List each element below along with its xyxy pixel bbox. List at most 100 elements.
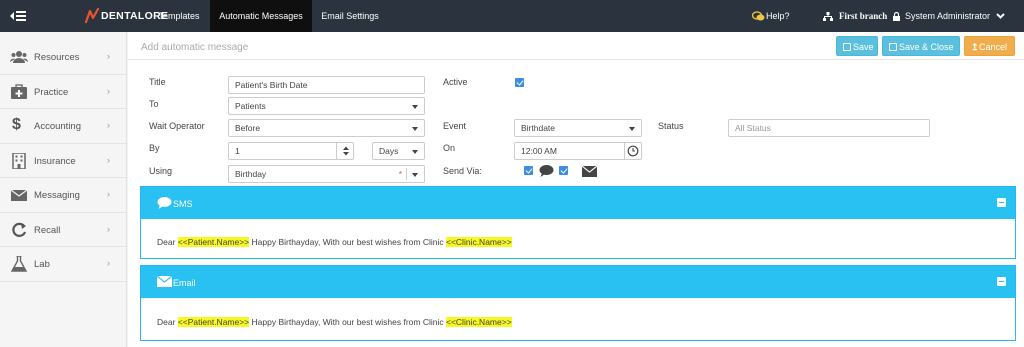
tab-automatic-messages[interactable]: Automatic Messages xyxy=(210,0,312,32)
sidebar-item-label: Insurance xyxy=(34,155,76,167)
chevron-right-icon: › xyxy=(107,85,110,96)
by-label: By xyxy=(149,143,160,153)
help-chat-icon xyxy=(752,11,765,21)
sms-body-prefix: Dear xyxy=(157,237,178,247)
envelope-icon xyxy=(10,189,28,201)
save-button[interactable]: Save xyxy=(836,36,878,56)
event-label: Event xyxy=(443,121,467,131)
menu-toggle-icon[interactable] xyxy=(10,9,30,23)
send-email-checkbox[interactable] xyxy=(559,166,568,175)
sms-panel-title: SMS xyxy=(173,199,193,209)
title-input[interactable]: Patient's Birth Date xyxy=(228,76,425,94)
using-select[interactable]: Birthday * xyxy=(228,165,425,183)
email-panel-title: Email xyxy=(173,278,196,288)
save-icon xyxy=(843,43,851,51)
using-value: Birthday xyxy=(235,169,267,179)
sidebar-item-label: Resources xyxy=(34,52,80,63)
save-icon xyxy=(889,43,897,51)
tab-templates[interactable]: Templates xyxy=(148,0,210,32)
building-icon xyxy=(12,152,26,169)
email-body-prefix: Dear xyxy=(157,317,178,327)
clock-icon xyxy=(627,145,639,157)
sidebar-item-label: Recall xyxy=(34,224,61,236)
by-stepper[interactable] xyxy=(336,142,354,160)
envelope-icon xyxy=(582,166,597,177)
chevron-right-icon: › xyxy=(107,189,110,199)
user-label: System Administrator xyxy=(905,11,991,21)
sms-body-text: Happy Birthayday, With our best wishes f… xyxy=(249,237,446,247)
chevron-right-icon: › xyxy=(107,51,110,61)
page-title: Add automatic message xyxy=(141,42,249,53)
chevron-down-icon xyxy=(996,13,1005,19)
email-panel: Email Dear <<Patient.Name>> Happy Birtha… xyxy=(140,265,1016,341)
refresh-icon xyxy=(12,222,27,237)
event-select[interactable]: Birthdate xyxy=(514,119,642,137)
clock-button[interactable] xyxy=(624,143,641,159)
chevron-down-icon xyxy=(412,173,418,177)
sidebar-item-accounting[interactable]: $ Accounting › xyxy=(0,109,127,144)
chevron-right-icon: › xyxy=(107,120,110,130)
status-label: Status xyxy=(658,121,684,131)
sidebar-item-recall[interactable]: Recall › xyxy=(0,213,127,247)
title-label: Title xyxy=(149,77,166,87)
stepper-arrows-icon xyxy=(343,146,349,156)
collapse-icon[interactable] xyxy=(997,198,1006,207)
by-unit-select[interactable]: Days xyxy=(372,142,425,160)
patient-name-token: <<Patient.Name>> xyxy=(177,317,250,327)
top-bar: DENTALORE Templates Automatic Messages E… xyxy=(0,0,1024,32)
active-checkbox[interactable] xyxy=(515,78,524,87)
cancel-button-label: Cancel xyxy=(979,42,1008,52)
branch-label: First branch xyxy=(839,11,888,21)
cancel-button[interactable]: ↥ Cancel xyxy=(964,36,1015,56)
wait-operator-label: Wait Operator xyxy=(149,121,205,131)
main-content: Add automatic message Save Save & Close … xyxy=(128,32,1024,347)
sidebar-item-messaging[interactable]: Messaging › xyxy=(0,178,127,213)
wait-operator-select[interactable]: Before xyxy=(228,119,425,137)
send-sms-checkbox[interactable] xyxy=(524,166,533,175)
help-label: Help? xyxy=(766,11,790,21)
sidebar-item-resources[interactable]: Resources › xyxy=(0,40,127,75)
sms-message-body[interactable]: Dear <<Patient.Name>> Happy Birthayday, … xyxy=(157,237,512,247)
active-label: Active xyxy=(443,77,468,87)
logo-mark-icon xyxy=(85,8,99,24)
on-label: On xyxy=(443,143,456,153)
email-panel-header[interactable]: Email xyxy=(141,266,1015,298)
collapse-icon[interactable] xyxy=(997,277,1006,286)
sidebar-item-insurance[interactable]: Insurance › xyxy=(0,144,127,178)
patient-name-token: <<Patient.Name>> xyxy=(177,237,250,247)
sidebar: Resources › Practice › $ Accounting › In… xyxy=(0,32,127,347)
sitemap-icon xyxy=(823,12,833,21)
divider xyxy=(406,168,407,180)
to-select[interactable]: Patients xyxy=(228,97,425,115)
users-icon xyxy=(10,51,28,63)
chevron-right-icon: › xyxy=(107,223,110,234)
on-time-value: 12:00 AM xyxy=(521,146,557,156)
page-header: Add automatic message Save Save & Close … xyxy=(128,32,1024,60)
required-mark: * xyxy=(398,169,402,179)
chat-bubble-icon xyxy=(539,165,554,177)
chat-bubble-icon xyxy=(157,197,172,209)
save-close-button[interactable]: Save & Close xyxy=(882,36,960,56)
sidebar-item-label: Lab xyxy=(34,259,50,270)
lock-icon xyxy=(893,12,900,21)
clinic-name-token: <<Clinic.Name>> xyxy=(445,237,512,247)
flask-icon xyxy=(10,256,28,272)
using-label: Using xyxy=(149,166,173,176)
tab-email-settings[interactable]: Email Settings xyxy=(312,0,388,32)
dollar-icon: $ xyxy=(12,116,21,133)
email-body-text: Happy Birthayday, With our best wishes f… xyxy=(249,317,446,327)
to-label: To xyxy=(149,99,159,109)
sidebar-item-lab[interactable]: Lab › xyxy=(0,247,127,282)
sidebar-item-label: Accounting xyxy=(34,121,82,132)
chevron-right-icon: › xyxy=(107,258,110,268)
status-select[interactable]: All Status xyxy=(728,119,930,137)
on-time-input[interactable]: 12:00 AM xyxy=(514,142,642,160)
chevron-right-icon: › xyxy=(107,154,110,165)
envelope-icon xyxy=(157,276,172,287)
email-message-body[interactable]: Dear <<Patient.Name>> Happy Birthayday, … xyxy=(157,317,512,327)
sms-panel: SMS Dear <<Patient.Name>> Happy Birthayd… xyxy=(140,186,1016,259)
sidebar-item-practice[interactable]: Practice › xyxy=(0,75,127,109)
medical-kit-icon xyxy=(11,83,27,99)
sms-panel-header[interactable]: SMS xyxy=(141,187,1015,219)
save-button-label: Save xyxy=(853,42,874,52)
